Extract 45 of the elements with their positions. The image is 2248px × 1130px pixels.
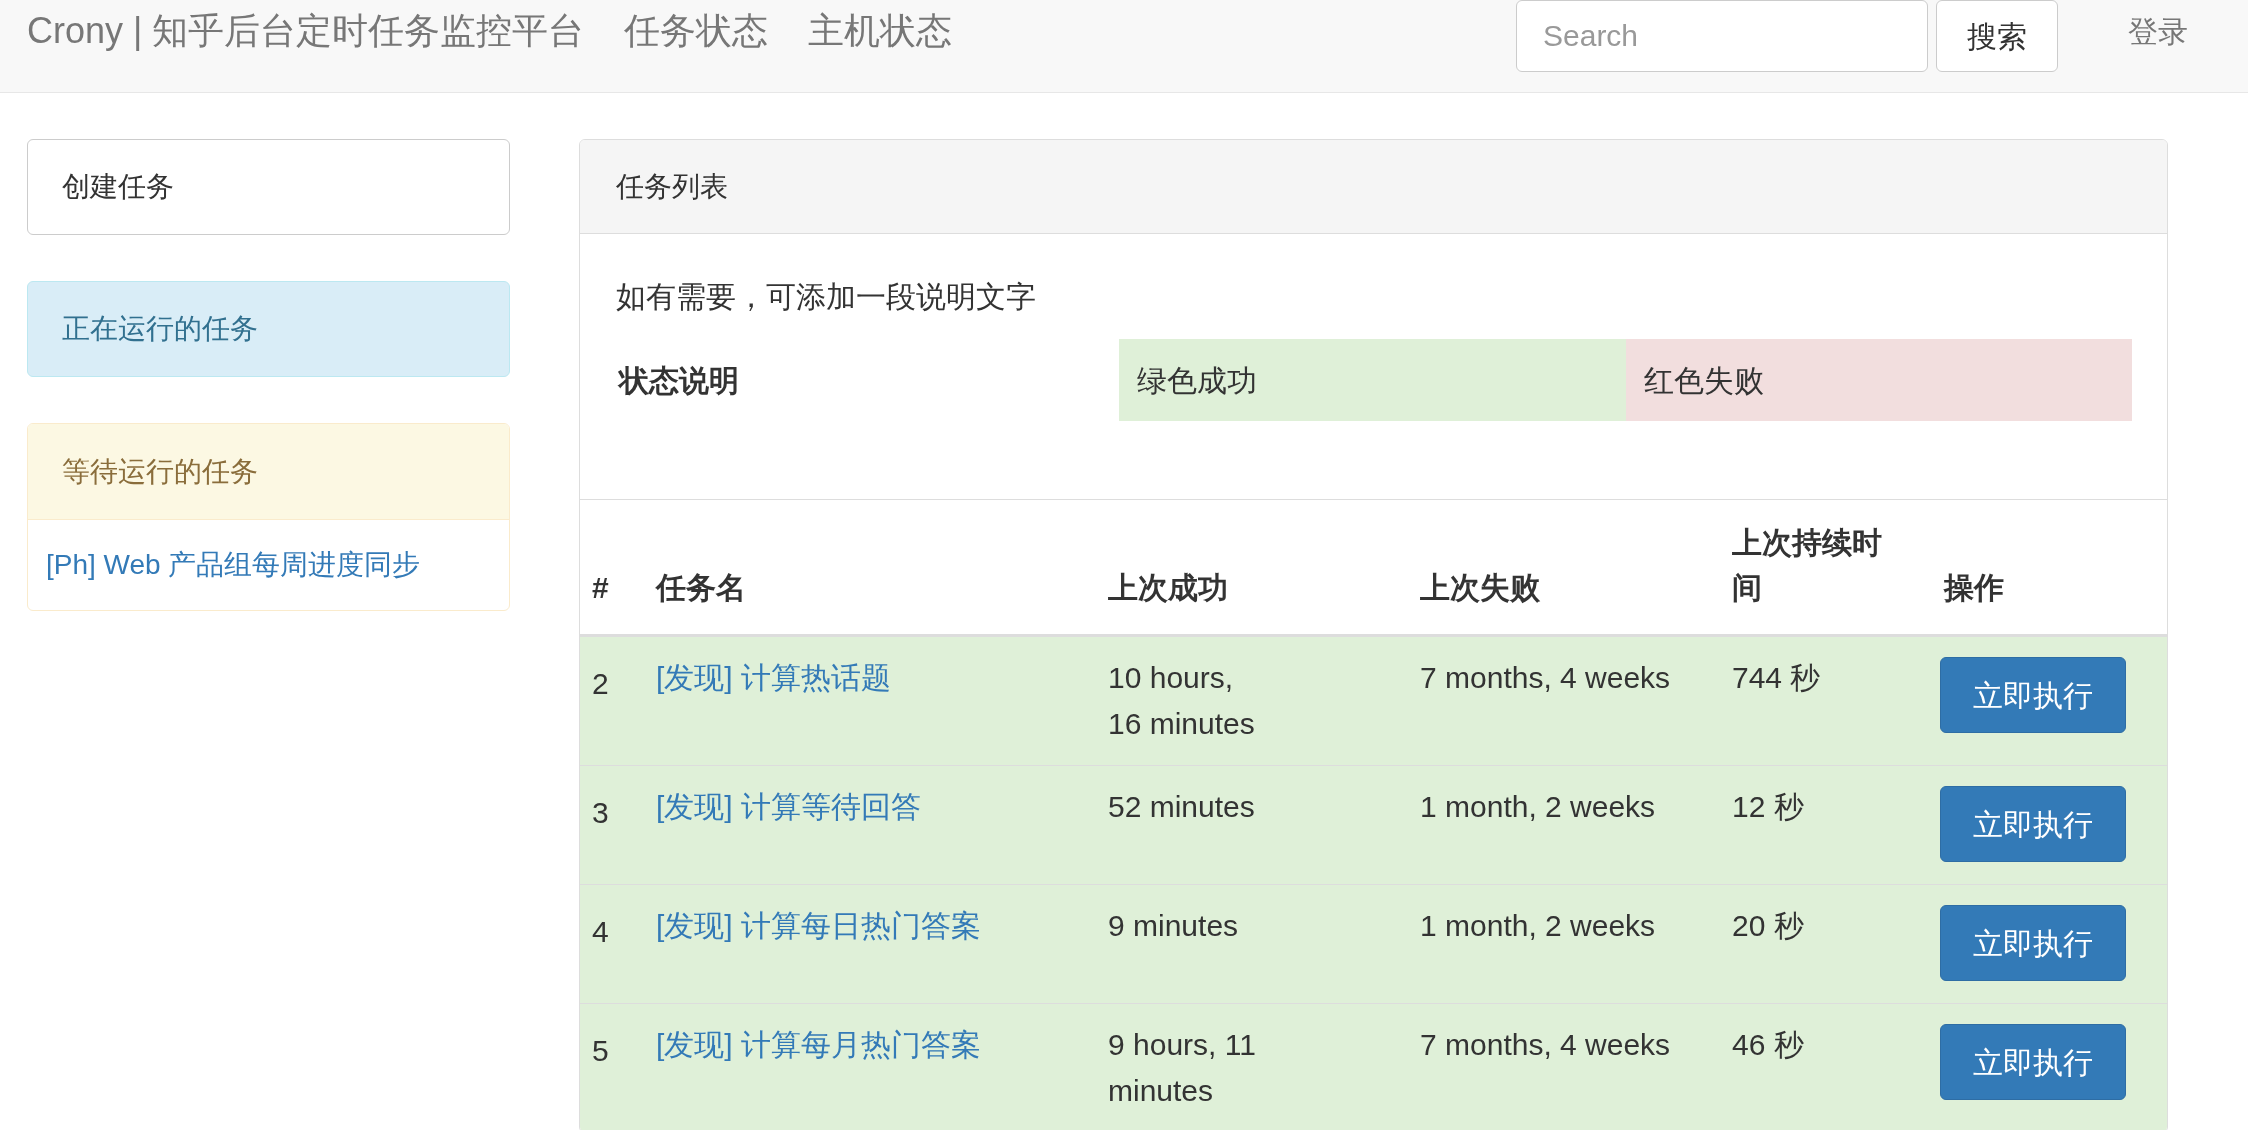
table-cell: 4 — [580, 884, 644, 1004]
nav-link[interactable]: 任务状态 — [624, 4, 769, 58]
task-link[interactable]: [发现] 计算热话题 — [656, 661, 891, 694]
column-header: 操作 — [1932, 500, 2167, 636]
table-cell-text: 52 minutes — [1108, 789, 1256, 825]
search-button[interactable]: 搜索 — [1936, 0, 2058, 72]
column-header: # — [580, 500, 644, 636]
task-link[interactable]: [Ph] Web 产品组每周进度同步 — [28, 520, 509, 610]
table-cell-text: 9 minutes — [1108, 908, 1240, 944]
table-cell: 20 秒 — [1720, 884, 1932, 1004]
column-header: 任务名 — [644, 500, 1096, 636]
table-cell: 3 — [580, 765, 644, 885]
run-now-button[interactable]: 立即执行 — [1940, 786, 2126, 862]
table-cell: 7 months, 4 weeks — [1408, 635, 1720, 766]
table-cell: 744 秒 — [1720, 635, 1932, 766]
run-now-button[interactable]: 立即执行 — [1940, 1024, 2126, 1100]
run-now-button[interactable]: 立即执行 — [1940, 905, 2126, 981]
task-link[interactable]: [发现] 计算每日热门答案 — [656, 909, 981, 942]
legend-label: 状态说明 — [616, 362, 740, 399]
table-cell: 46 秒 — [1720, 1003, 1932, 1130]
legend-cell: 绿色成功 — [1119, 339, 1626, 421]
table-cell: 1 month, 2 weeks — [1408, 765, 1720, 885]
panel-heading: 任务列表 — [580, 140, 2167, 234]
table-cell: 7 months, 4 weeks — [1408, 1003, 1720, 1130]
task-link[interactable]: [发现] 计算每月热门答案 — [656, 1028, 981, 1061]
description-text: 如有需要，可添加一段说明文字 — [615, 279, 1037, 315]
search-field[interactable]: Search — [1516, 0, 1928, 72]
nav-link[interactable]: 主机状态 — [808, 4, 953, 58]
panel-heading: 等待运行的任务 — [28, 424, 509, 520]
table-cell: 12 秒 — [1720, 765, 1932, 885]
sidebar-button[interactable]: 创建任务 — [27, 139, 510, 235]
legend-cell: 红色失败 — [1625, 339, 2132, 421]
login-link[interactable]: 登录 — [2128, 8, 2188, 54]
task-link[interactable]: [发现] 计算等待回答 — [656, 790, 921, 823]
table-cell: 2 — [580, 635, 644, 766]
brand-title[interactable]: Crony | 知乎后台定时任务监控平台 — [27, 0, 585, 58]
column-header: 上次失败 — [1408, 500, 1720, 636]
table-cell: 1 month, 2 weeks — [1408, 884, 1720, 1004]
table-cell-text: 10 hours, 16 minutes — [1108, 660, 1256, 742]
column-header: 上次成功 — [1096, 500, 1408, 636]
table-cell: 5 — [580, 1003, 644, 1130]
run-now-button[interactable]: 立即执行 — [1940, 657, 2126, 733]
column-header: 上次持续时间 — [1720, 500, 1932, 636]
table-cell-text: 9 hours, 11 minutes — [1108, 1027, 1257, 1109]
sidebar-alert: 正在运行的任务 — [27, 281, 510, 377]
